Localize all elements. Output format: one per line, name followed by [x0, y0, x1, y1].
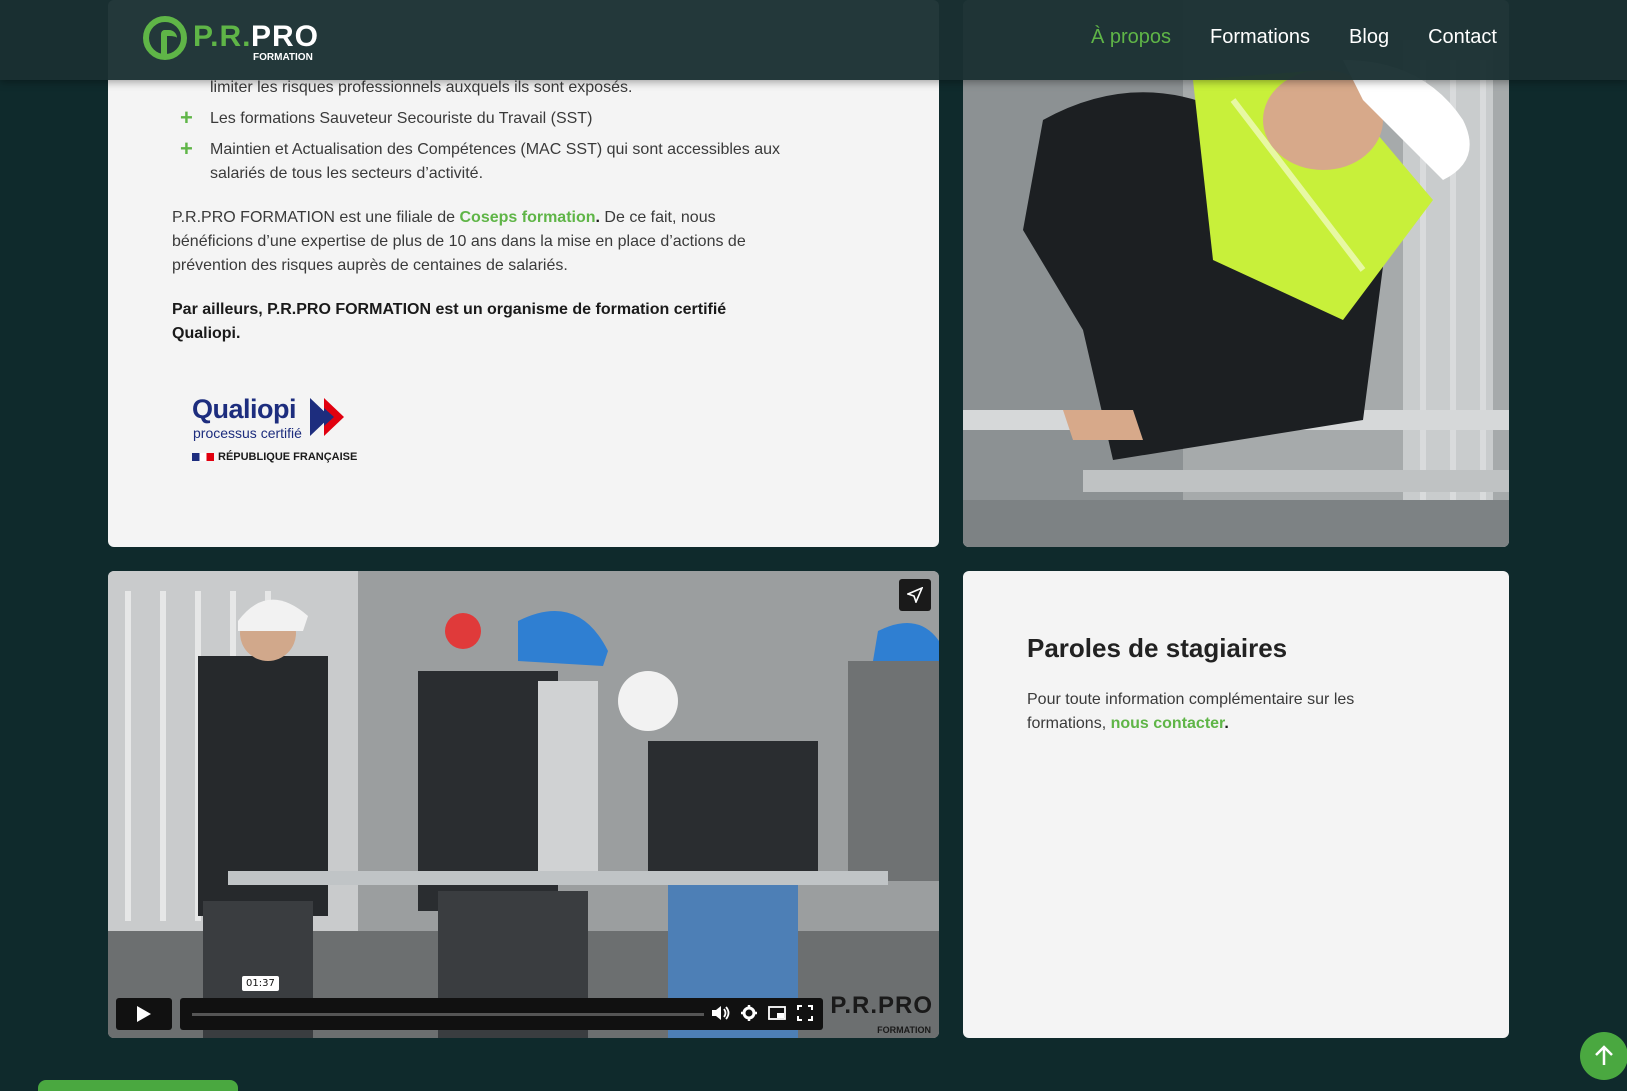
list-item: + Maintien et Actualisation des Compéten…	[172, 136, 782, 186]
fullscreen-icon	[797, 1005, 813, 1021]
testimonials-card: Paroles de stagiaires Pour toute informa…	[963, 571, 1509, 1038]
fullscreen-button[interactable]	[796, 1004, 814, 1022]
share-button[interactable]	[899, 579, 931, 611]
time-tooltip: 01:37	[242, 976, 279, 991]
seek-bar[interactable]	[192, 1013, 704, 1016]
play-icon	[137, 1006, 151, 1022]
filiale-paragraph: P.R.PRO FORMATION est une filiale de Cos…	[172, 206, 782, 278]
nav-link-blog[interactable]: Blog	[1349, 26, 1389, 49]
volume-button[interactable]	[712, 1004, 730, 1022]
qualiopi-arrows-icon	[310, 398, 344, 436]
control-bar: 01:37	[180, 976, 823, 1030]
bottom-cta-tab[interactable]	[38, 1080, 238, 1091]
main-nav: À propos Formations Blog Contact	[1091, 26, 1497, 49]
qualiopi-logo: Qualiopi processus certifié RÉPUBLIQUE F…	[192, 394, 372, 470]
video-brand-sub: FORMATION	[877, 1025, 931, 1035]
settings-icon	[741, 1005, 757, 1021]
volume-icon	[712, 1006, 730, 1020]
pip-button[interactable]	[768, 1004, 786, 1022]
list-item-text: limiter les risques professionnels auxqu…	[210, 79, 633, 96]
arrow-up-icon	[1595, 1045, 1613, 1065]
plus-icon: +	[180, 105, 193, 130]
list-item-text: Maintien et Actualisation des Compétence…	[210, 141, 781, 182]
plus-icon: +	[180, 136, 193, 161]
testimonials-title: Paroles de stagiaires	[1027, 633, 1288, 663]
coseps-link[interactable]: Coseps formation	[460, 209, 596, 226]
play-button[interactable]	[116, 998, 172, 1030]
republique-text: RÉPUBLIQUE FRANÇAISE	[218, 451, 358, 463]
nav-link-a-propos[interactable]: À propos	[1091, 26, 1171, 49]
top-navbar: P.R. PRO FORMATION À propos Formations B…	[0, 0, 1627, 80]
video-frame	[108, 571, 939, 1038]
testimonials-text: Pour toute information complémentaire su…	[1027, 688, 1407, 736]
settings-button[interactable]	[740, 1004, 758, 1022]
testimonials-text-after: .	[1224, 715, 1229, 732]
control-icons	[712, 1004, 814, 1022]
contact-link[interactable]: nous contacter	[1111, 715, 1225, 732]
video-player[interactable]: 01:37 P.R.PRO FORMATION	[108, 571, 939, 1038]
logo-main: PRO	[251, 20, 320, 53]
nav-link-formations[interactable]: Formations	[1210, 26, 1310, 49]
share-icon	[907, 587, 923, 603]
video-controls: 01:37	[116, 976, 932, 1030]
video-brand-logo: P.R.PRO	[830, 992, 933, 1019]
training-list: limiter les risques professionnels auxqu…	[172, 76, 782, 186]
qualiopi-subtitle: processus certifié	[193, 425, 302, 441]
list-item-text: Les formations Sauveteur Secouriste du T…	[210, 110, 593, 127]
qualiopi-wordmark: Qualiopi	[192, 394, 297, 424]
logo-prefix: P.R.	[193, 20, 252, 53]
worker-photo-illustration	[963, 0, 1509, 547]
site-logo[interactable]: P.R. PRO FORMATION	[143, 14, 333, 66]
logo-mark-icon	[143, 16, 187, 60]
pip-icon	[768, 1006, 786, 1020]
worker-photo	[963, 0, 1509, 547]
nav-link-contact[interactable]: Contact	[1428, 26, 1497, 49]
scroll-to-top-button[interactable]	[1580, 1032, 1627, 1080]
republique-label: RÉPUBLIQUE FRANÇAISE	[192, 451, 357, 463]
qualiopi-statement: Par ailleurs, P.R.PRO FORMATION est un o…	[172, 301, 727, 342]
french-flag-icon	[192, 453, 214, 462]
list-item: + Les formations Sauveteur Secouriste du…	[172, 105, 782, 131]
about-content: limiter les risques professionnels auxqu…	[172, 76, 782, 346]
logo-sub: FORMATION	[253, 52, 313, 63]
paragraph-text: P.R.PRO FORMATION est une filiale de	[172, 209, 460, 226]
about-card: limiter les risques professionnels auxqu…	[108, 0, 939, 547]
